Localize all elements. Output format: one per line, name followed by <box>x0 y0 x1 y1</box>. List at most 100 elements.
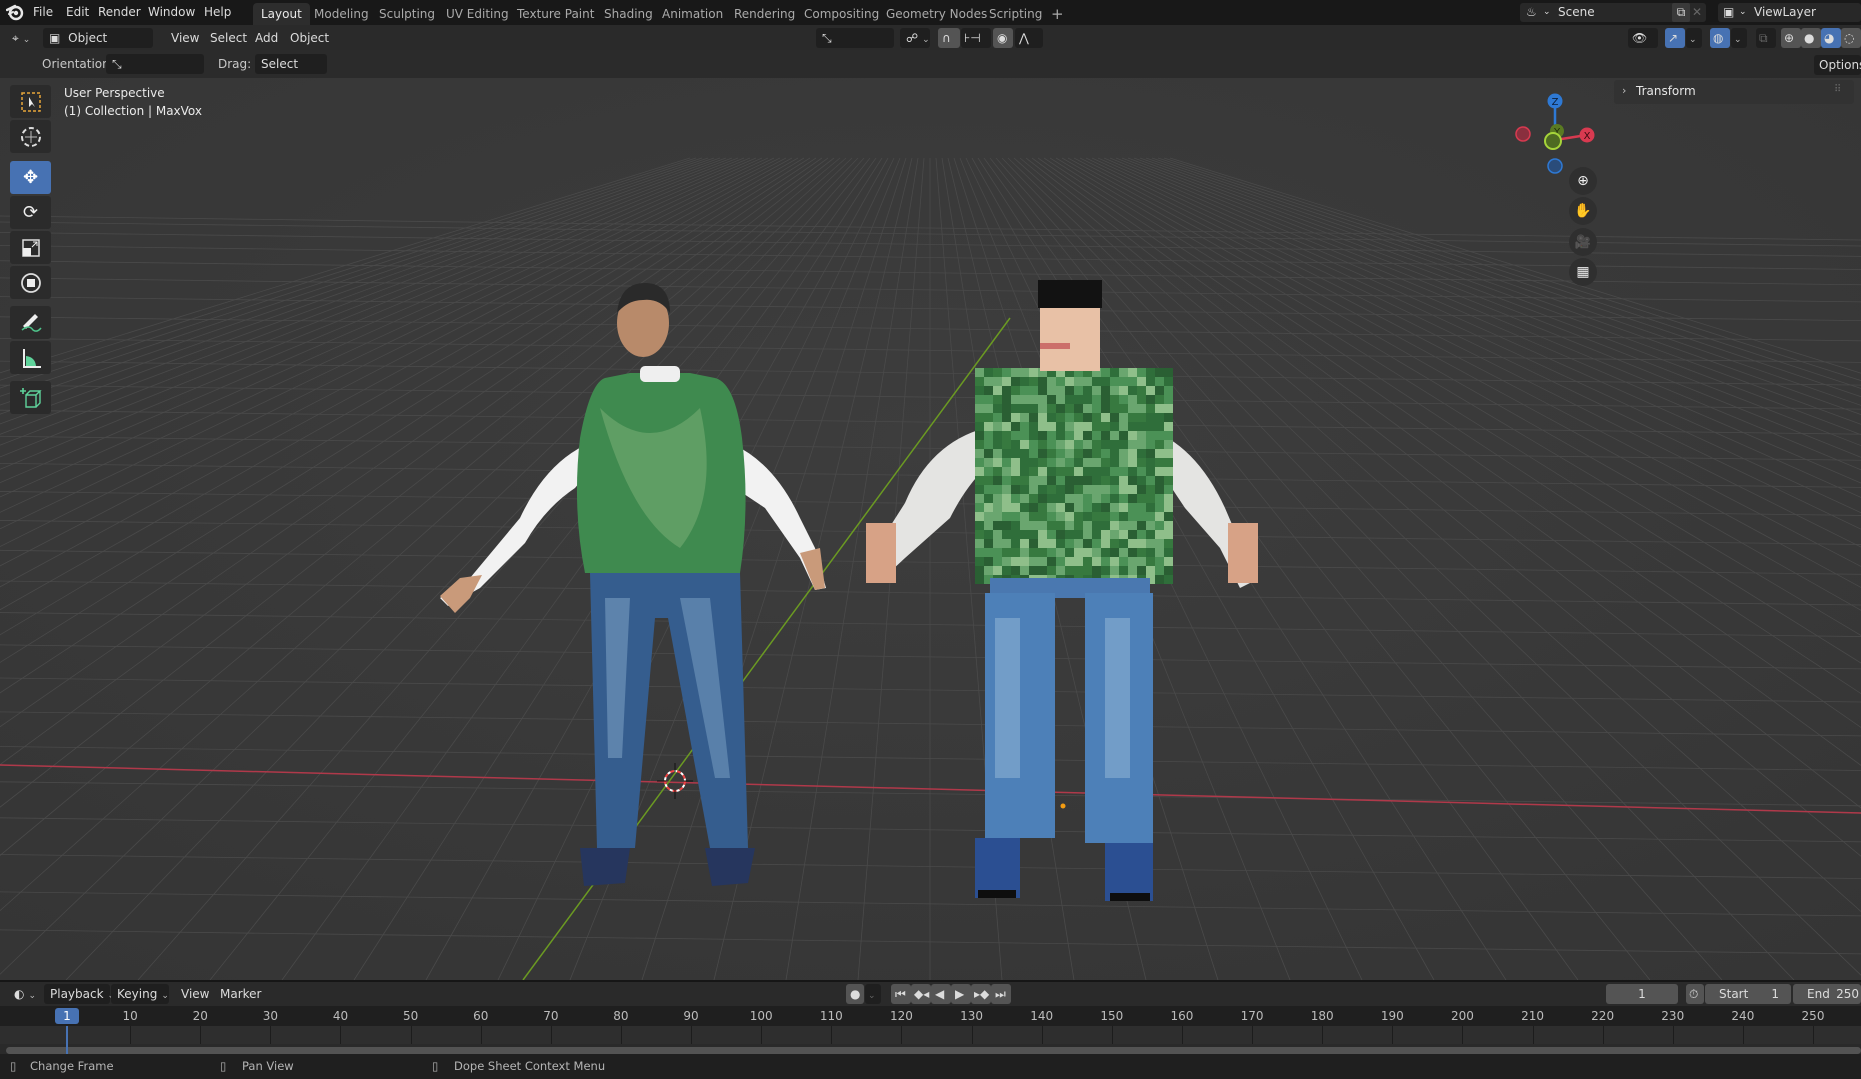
shading-solid[interactable]: ● <box>1801 28 1821 48</box>
menu-help[interactable]: Help <box>204 5 231 19</box>
ruler-tick-line <box>340 1026 342 1044</box>
voxel <box>1128 458 1137 467</box>
menu-object[interactable]: Object <box>284 28 335 48</box>
tab-rendering[interactable]: Rendering <box>726 3 803 25</box>
tab-animation[interactable]: Animation <box>654 3 731 25</box>
gizmo-neg-x-icon[interactable] <box>1515 126 1531 142</box>
view-layer-selector[interactable]: ▣ ⌄ ViewLayer <box>1718 3 1861 22</box>
voxel <box>1146 440 1155 449</box>
timeline-menu-marker[interactable]: Marker <box>214 984 267 1004</box>
selectability-dropdown[interactable]: 👁 <box>1628 28 1658 48</box>
blender-logo-icon[interactable] <box>6 3 24 21</box>
add-workspace-icon[interactable]: + <box>1043 3 1072 25</box>
editor-type-button[interactable]: ⌖ ⌄ <box>6 28 38 48</box>
menu-add[interactable]: Add <box>249 28 284 48</box>
xray-toggle[interactable]: ⧉ <box>1756 28 1776 48</box>
frame-numbers-bar[interactable] <box>0 1006 1861 1026</box>
menu-edit[interactable]: Edit <box>66 5 89 19</box>
play-reverse-button[interactable]: ◀ <box>931 984 951 1004</box>
menu-select[interactable]: Select <box>204 28 253 48</box>
menu-window[interactable]: Window <box>148 5 195 19</box>
gizmo-toggle[interactable]: ↗ <box>1665 28 1685 48</box>
snap-target-dropdown[interactable]: ⊦⊣ <box>961 28 991 48</box>
jump-start-button[interactable]: ⏮ <box>891 984 911 1004</box>
shading-wireframe[interactable]: ⊕ <box>1781 28 1801 48</box>
keyframe-area[interactable] <box>0 1026 1861 1044</box>
overlays-dropdown[interactable]: ⌄ <box>1731 28 1747 48</box>
pan-view-button[interactable]: ✋ <box>1569 197 1597 225</box>
current-frame-field[interactable]: 1 <box>1606 984 1678 1004</box>
gizmo-neg-z-icon[interactable] <box>1547 158 1563 174</box>
tab-shading[interactable]: Shading <box>596 3 661 25</box>
tool-transform[interactable] <box>10 266 51 299</box>
tool-select-box[interactable] <box>10 85 51 118</box>
transform-orientation-dropdown[interactable]: ⤡ Global⌄ <box>816 28 894 65</box>
camera-view-button[interactable]: 🎥 <box>1569 228 1597 256</box>
shading-rendered[interactable]: ◌ <box>1841 28 1861 48</box>
scene-selector[interactable]: ♨ ⌄ Scene ⧉ ✕ <box>1520 3 1706 22</box>
voxel <box>1065 413 1074 422</box>
snap-toggle[interactable]: ∩ <box>938 28 960 48</box>
auto-keying-toggle[interactable]: ● <box>846 984 864 1004</box>
tab-uv-editing[interactable]: UV Editing <box>438 3 517 25</box>
keying-set-dropdown[interactable]: ⌄ <box>865 984 881 1004</box>
start-frame-field[interactable]: Start 1 <box>1705 984 1791 1004</box>
overlays-toggle[interactable]: ◍ <box>1710 28 1730 48</box>
voxel <box>975 494 984 503</box>
tab-compositing[interactable]: Compositing <box>796 3 887 25</box>
voxel <box>1110 431 1119 440</box>
menu-file[interactable]: File <box>33 5 53 19</box>
ortho-toggle-button[interactable]: ▦ <box>1569 258 1597 286</box>
timeline-ruler[interactable]: 10 20 30 40 50 60 70 80 90 100 110 120 130 140 150 160 1… <box>0 1006 1861 1054</box>
keying-dropdown[interactable]: Keying ⌄ <box>111 984 169 1004</box>
tool-cursor[interactable] <box>10 120 51 153</box>
playhead-frame-badge[interactable]: 1 <box>55 1008 79 1024</box>
tool-add-cube[interactable] <box>10 381 51 414</box>
options-button[interactable]: Options <box>1814 55 1861 75</box>
timeline-menu-view[interactable]: View <box>175 984 215 1004</box>
falloff-dropdown[interactable]: ⋀ <box>1015 28 1043 48</box>
tab-sculpting[interactable]: Sculpting <box>371 3 443 25</box>
jump-end-button[interactable]: ⏭ <box>991 984 1011 1004</box>
menu-view[interactable]: View <box>165 28 205 48</box>
tab-modeling[interactable]: Modeling <box>306 3 377 25</box>
tab-geometry-nodes[interactable]: Geometry Nodes <box>878 3 995 25</box>
timeline-editor-type[interactable]: ◐ ⌄ <box>8 984 40 1004</box>
tab-layout[interactable]: Layout <box>253 3 310 25</box>
gizmo-neg-y-icon[interactable] <box>1544 132 1562 150</box>
timeline-scrollbar[interactable] <box>6 1047 1861 1054</box>
delete-scene-icon[interactable]: ✕ <box>1692 3 1702 22</box>
playback-dropdown[interactable]: Playback⌄ <box>44 984 115 1004</box>
transform-panel-header[interactable]: › Transform ⠿ <box>1614 80 1854 104</box>
voxel <box>1164 521 1173 530</box>
voxel <box>1002 494 1011 503</box>
next-keyframe-button[interactable]: ▸◆ <box>971 984 991 1004</box>
drag-handle-icon[interactable]: ⠿ <box>1834 84 1841 95</box>
drag-dropdown[interactable]: Select Box⌄ <box>255 54 327 91</box>
play-button[interactable]: ▶ <box>951 984 971 1004</box>
scene-name[interactable]: Scene <box>1558 3 1595 22</box>
tool-scale[interactable] <box>10 231 51 264</box>
navigation-gizmo[interactable]: Y Z X <box>1505 86 1605 176</box>
orientation-dropdown[interactable]: ⤡ Default⌄ <box>106 54 204 91</box>
playhead-line[interactable] <box>66 1026 68 1054</box>
use-preview-range-toggle[interactable]: ⏱ <box>1686 984 1704 1004</box>
tool-rotate[interactable]: ⟳ <box>10 196 51 229</box>
view-layer-name[interactable]: ViewLayer <box>1754 3 1816 22</box>
zoom-view-button[interactable]: ⊕ <box>1569 167 1597 195</box>
new-scene-icon[interactable]: ⧉ <box>1672 3 1690 22</box>
end-frame-field[interactable]: End 250 <box>1793 984 1861 1004</box>
menu-render[interactable]: Render <box>98 5 141 19</box>
tool-annotate[interactable] <box>10 306 51 339</box>
prev-keyframe-button[interactable]: ◆◂ <box>911 984 931 1004</box>
shading-material-preview[interactable]: ◕ <box>1821 28 1841 48</box>
tool-move[interactable]: ✥ <box>10 161 51 194</box>
3d-viewport[interactable]: User Perspective (1) Collection | MaxVox… <box>0 78 1861 980</box>
tab-scripting[interactable]: Scripting <box>981 3 1050 25</box>
gizmo-dropdown[interactable]: ⌄ <box>1686 28 1702 48</box>
pivot-point-dropdown[interactable]: ☍ ⌄ <box>900 28 930 48</box>
mode-dropdown[interactable]: ▣ Object Mode⌄ <box>43 28 153 65</box>
tool-measure[interactable] <box>10 341 51 374</box>
tab-texture-paint[interactable]: Texture Paint <box>509 3 602 25</box>
proportional-edit-toggle[interactable]: ◉ <box>993 28 1013 48</box>
